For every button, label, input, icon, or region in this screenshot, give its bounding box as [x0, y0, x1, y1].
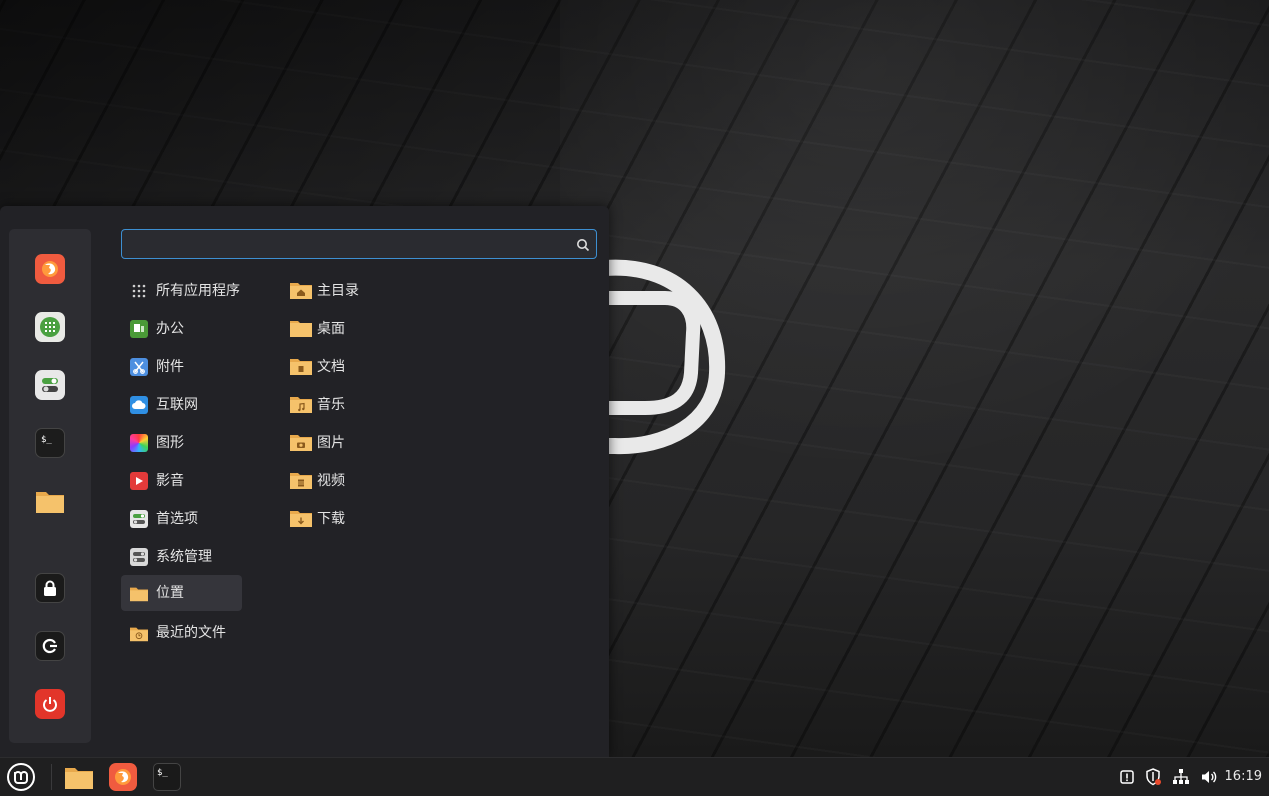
place-home[interactable]: 主目录 [282, 273, 432, 309]
search-box[interactable] [121, 229, 597, 259]
desktop-folder-icon [290, 319, 312, 341]
terminal-icon[interactable]: $_ [152, 762, 182, 792]
internet-icon [130, 396, 148, 414]
graphics-icon [130, 434, 148, 452]
category-administration[interactable]: 系统管理 [121, 539, 242, 575]
category-accessories[interactable]: 附件 [121, 349, 242, 385]
svg-text:$_: $_ [157, 768, 168, 778]
category-label: 互联网 [156, 397, 198, 413]
terminal-icon[interactable]: $_ [35, 428, 65, 458]
music-folder-icon [290, 395, 312, 417]
category-label: 系统管理 [156, 549, 212, 565]
category-preferences[interactable]: 首选项 [121, 501, 242, 537]
downloads-folder-icon [290, 509, 312, 531]
category-label: 影音 [156, 473, 184, 489]
grid-icon [130, 282, 148, 300]
administration-icon [130, 548, 148, 566]
place-music[interactable]: 音乐 [282, 387, 432, 423]
category-label: 最近的文件 [156, 625, 226, 641]
videos-folder-icon [290, 471, 312, 493]
network-icon[interactable] [1172, 768, 1190, 786]
power-icon[interactable] [35, 689, 65, 719]
place-desktop[interactable]: 桌面 [282, 311, 432, 347]
bottom-panel: $_ 16:19 [0, 757, 1269, 796]
category-label: 所有应用程序 [156, 283, 240, 299]
panel-separator [51, 764, 52, 790]
place-downloads[interactable]: 下载 [282, 501, 432, 537]
favorites-sidebar: $_ [9, 229, 91, 743]
category-internet[interactable]: 互联网 [121, 387, 242, 423]
category-label: 位置 [156, 585, 184, 601]
category-label: 办公 [156, 321, 184, 337]
category-places[interactable]: 位置 [121, 575, 242, 611]
recent-files-icon [130, 624, 148, 642]
multimedia-icon [130, 472, 148, 490]
search-input[interactable] [130, 234, 574, 256]
volume-icon[interactable] [1200, 768, 1218, 786]
place-label: 下载 [317, 511, 345, 527]
place-pictures[interactable]: 图片 [282, 425, 432, 461]
search-icon[interactable] [576, 237, 590, 256]
place-label: 桌面 [317, 321, 345, 337]
update-shield-icon[interactable] [1144, 768, 1162, 786]
accessories-icon [130, 358, 148, 376]
place-label: 视频 [317, 473, 345, 489]
spreadsheet-icon[interactable] [35, 312, 65, 342]
category-multimedia[interactable]: 影音 [121, 463, 242, 499]
preferences-icon [130, 510, 148, 528]
firefox-icon[interactable] [35, 254, 65, 284]
place-videos[interactable]: 视频 [282, 463, 432, 499]
category-label: 附件 [156, 359, 184, 375]
logout-icon[interactable] [35, 631, 65, 661]
firefox-icon[interactable] [108, 762, 138, 792]
category-all-applications[interactable]: 所有应用程序 [121, 273, 242, 309]
folder-icon[interactable] [35, 486, 65, 516]
mint-menu-button[interactable] [6, 762, 36, 792]
documents-folder-icon [290, 357, 312, 379]
places-folder-icon [130, 584, 148, 602]
place-label: 主目录 [317, 283, 359, 299]
pictures-folder-icon [290, 433, 312, 455]
category-label: 图形 [156, 435, 184, 451]
place-documents[interactable]: 文档 [282, 349, 432, 385]
place-label: 音乐 [317, 397, 345, 413]
settings-toggle-icon[interactable] [35, 370, 65, 400]
category-graphics[interactable]: 图形 [121, 425, 242, 461]
clock[interactable]: 16:19 [1225, 768, 1262, 786]
category-recent-files[interactable]: 最近的文件 [121, 615, 242, 651]
category-label: 首选项 [156, 511, 198, 527]
place-label: 图片 [317, 435, 345, 451]
office-icon [130, 320, 148, 338]
application-menu: $_ 所有应用程序 办公 附件 互联网 图形 影音 首选项 系统管理 位置 最近… [0, 206, 609, 757]
lock-icon[interactable] [35, 573, 65, 603]
place-label: 文档 [317, 359, 345, 375]
notification-icon[interactable] [1118, 768, 1136, 786]
files-icon[interactable] [63, 762, 95, 792]
category-office[interactable]: 办公 [121, 311, 242, 347]
svg-text:$_: $_ [41, 435, 52, 445]
home-folder-icon [290, 281, 312, 303]
